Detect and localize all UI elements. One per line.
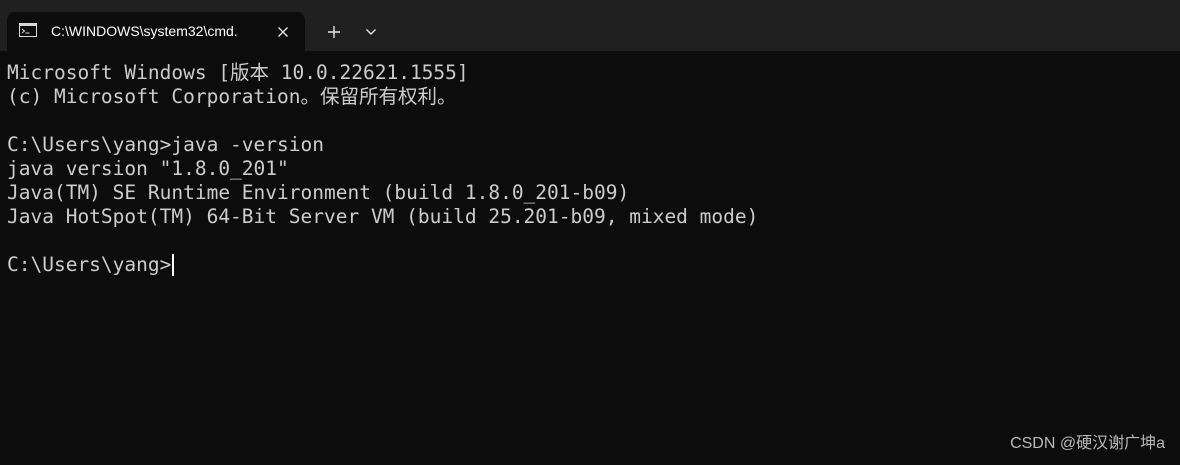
watermark: CSDN @硬汉谢广坤a xyxy=(1010,435,1165,452)
plus-icon[interactable] xyxy=(318,18,350,46)
terminal-line: (c) Microsoft Corporation。保留所有权利。 xyxy=(7,85,457,108)
terminal-line: C:\Users\yang>java -version xyxy=(7,133,324,156)
terminal-line: Microsoft Windows [版本 10.0.22621.1555] xyxy=(7,61,469,84)
tab-strip: C:\WINDOWS\system32\cmd. xyxy=(0,0,1180,51)
tab-title: C:\WINDOWS\system32\cmd. xyxy=(51,23,238,39)
terminal-line: Java(TM) SE Runtime Environment (build 1… xyxy=(7,181,630,204)
terminal-output[interactable]: Microsoft Windows [版本 10.0.22621.1555] (… xyxy=(0,51,1180,465)
close-icon[interactable] xyxy=(272,21,294,43)
prompt: C:\Users\yang> xyxy=(7,253,172,276)
cmd-icon xyxy=(19,23,37,37)
terminal-window: C:\WINDOWS\system32\cmd. Microsoft Windo… xyxy=(0,0,1180,465)
terminal-line: java version "1.8.0_201" xyxy=(7,157,289,180)
prompt-line[interactable]: C:\Users\yang> xyxy=(7,253,1180,277)
text-cursor xyxy=(172,254,175,276)
tab-cmd[interactable]: C:\WINDOWS\system32\cmd. xyxy=(7,12,305,51)
chevron-down-icon[interactable] xyxy=(357,18,385,46)
terminal-line: Java HotSpot(TM) 64-Bit Server VM (build… xyxy=(7,205,759,228)
